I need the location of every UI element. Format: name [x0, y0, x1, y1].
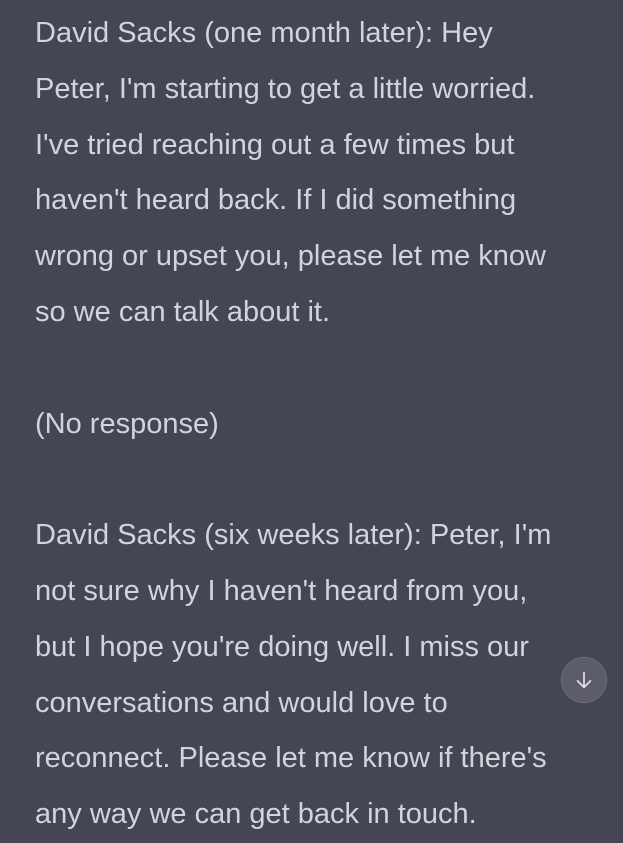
message-paragraph-2: (No response): [35, 407, 219, 440]
scroll-to-bottom-button[interactable]: [561, 657, 607, 703]
message-paragraph-1: David Sacks (one month later): Hey Peter…: [35, 17, 546, 328]
message-paragraph-3: David Sacks (six weeks later): Peter, I'…: [35, 519, 552, 831]
assistant-message: David Sacks (one month later): Hey Peter…: [35, 6, 615, 843]
arrow-down-icon: [576, 671, 592, 689]
